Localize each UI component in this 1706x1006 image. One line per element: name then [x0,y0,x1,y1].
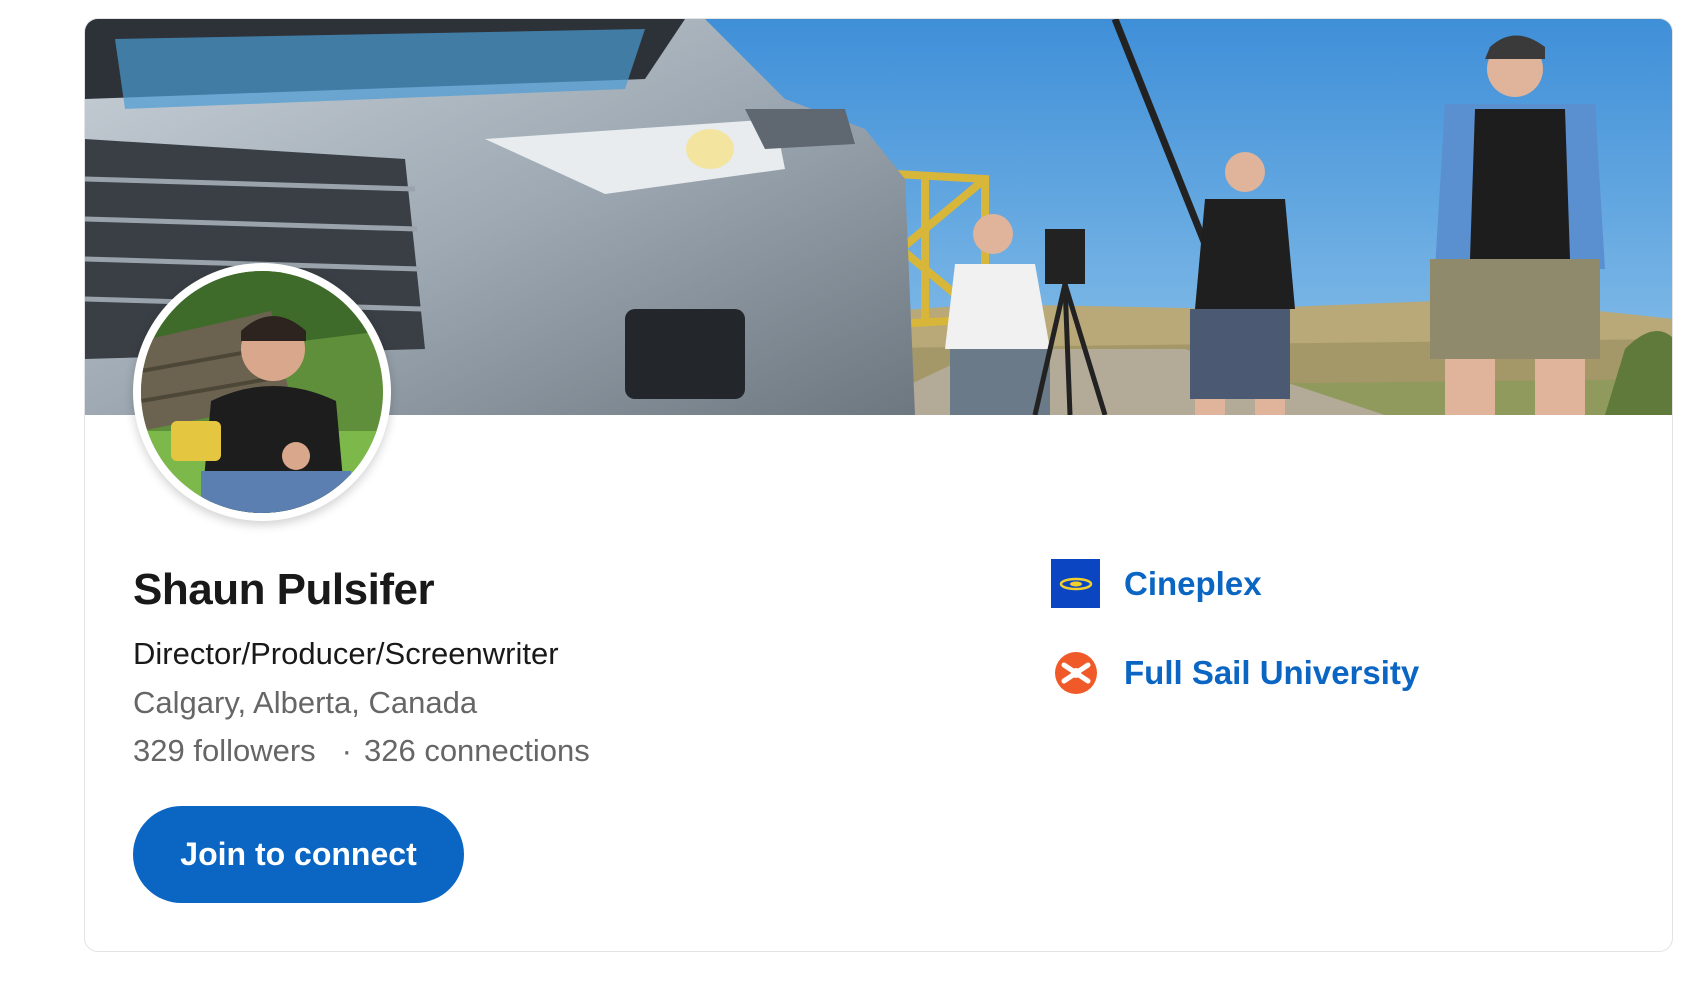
avatar-photo [141,271,383,513]
profile-avatar [133,263,391,521]
org-link-full-sail-university[interactable]: Full Sail University [1051,648,1419,697]
stats-separator: · [341,733,352,768]
profile-location: Calgary, Alberta, Canada [133,685,478,720]
org-name: Full Sail University [1124,653,1420,691]
join-to-connect-button[interactable]: Join to connect [133,806,464,903]
profile-stats: 329 followers · 326 connections [133,733,590,769]
followers-count: 329 followers [133,733,316,768]
cineplex-logo-icon [1051,559,1100,608]
org-link-cineplex[interactable]: Cineplex [1051,559,1262,608]
profile-headline: Director/Producer/Screenwriter [133,636,559,671]
full-sail-logo-icon [1051,648,1100,697]
org-name: Cineplex [1124,564,1262,602]
profile-name: Shaun Pulsifer [133,565,435,614]
connections-count: 326 connections [363,733,590,768]
profile-card: Shaun Pulsifer Director/Producer/Screenw… [84,18,1673,952]
